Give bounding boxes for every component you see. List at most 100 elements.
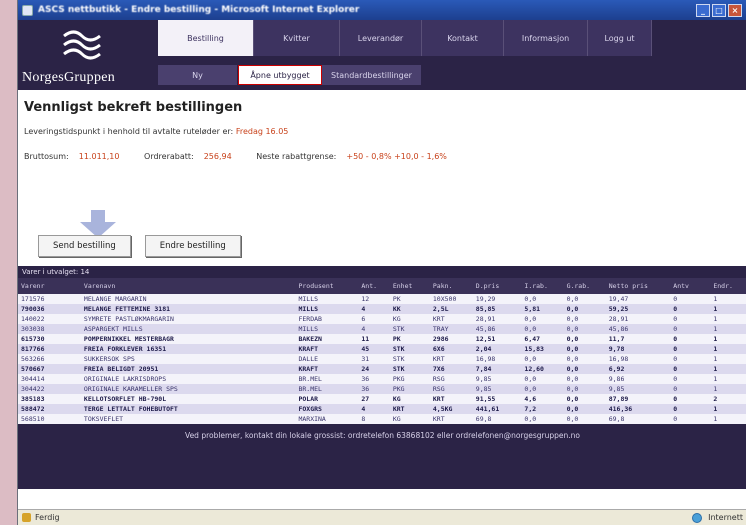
table-cell: 0,0 [563,334,606,344]
column-header[interactable]: Endr. [710,278,746,294]
subnav-apne[interactable]: Åpne utbygget [238,65,322,85]
table-cell: MILLS [295,324,359,334]
nav-tab-leverandor[interactable]: Leverandør [340,20,422,56]
table-cell: 0,0 [563,414,606,424]
table-cell: 4,6 [521,394,564,404]
column-header[interactable]: Ant. [358,278,390,294]
table-cell: 0,0 [521,314,564,324]
table-row[interactable]: 171576 MELANGE MARGARIN MILLS 12 PK 10X500 19,… [18,294,746,304]
table-cell: KRAFT [295,344,359,354]
column-header[interactable]: I.rab. [521,278,564,294]
table-row[interactable]: 140022 SYMRETE PASTLØKMARGARIN FERDAB 6 KG KR… [18,314,746,324]
table-cell: TERGE LETTALT FOHEBUTOFT [80,404,296,414]
table-row[interactable]: 790036 MELANGE FETTEMINE 3181 MILLS 4 KK 2,5L… [18,304,746,314]
table-row[interactable]: 570667 FREIA BELIGDT 20951 KRAFT 24 STK 7X6 7,… [18,364,746,374]
nav-tab-informasjon[interactable]: Informasjon [504,20,588,56]
table-cell: 4 [358,324,390,334]
column-header[interactable]: Produsent [295,278,359,294]
next-discount-label: Neste rabattgrense: [256,152,337,161]
table-cell: 45,86 [605,324,671,334]
table-cell: 0,0 [563,314,606,324]
table-cell: 1 [710,344,746,354]
browser-window: ASCS nettbutikk - Endre bestilling - Mic… [17,0,746,525]
table-cell: 91,55 [472,394,522,404]
table-cell: 0 [670,354,711,364]
zone-text: Internett [708,513,743,522]
nav-tab-kvitter[interactable]: Kvitter [254,20,340,56]
internet-zone-icon [692,512,703,523]
column-header[interactable]: Varenr [18,278,81,294]
page-icon [22,513,31,522]
table-cell: MILLS [295,294,359,304]
table-cell: 0 [670,304,711,314]
column-header[interactable]: Antv [670,278,711,294]
logo[interactable]: NorgesGruppen [18,20,158,90]
table-cell: 6X6 [429,344,473,354]
table-cell: 588472 [18,404,81,414]
table-cell: 1 [710,334,746,344]
maximize-button[interactable]: □ [712,3,726,17]
table-row[interactable]: 304422 ORIGINALE KARAMELLER SPS BR.MEL 36 PK… [18,384,746,394]
table-cell: 12,51 [472,334,522,344]
table-cell: 12 [358,294,390,304]
column-header[interactable]: Enhet [389,278,430,294]
delivery-text: Leveringstidspunkt i henhold til avtalte… [24,127,234,136]
table-row[interactable]: 304414 ORIGINALE LAKRISDROPS BR.MEL 36 PKG RS… [18,374,746,384]
table-cell: 1 [710,374,746,384]
table-cell: 171576 [18,294,81,304]
column-header[interactable]: D.pris [472,278,522,294]
table-cell: POLAR [295,394,359,404]
table-cell: 11 [358,334,390,344]
table-cell: 0,0 [563,354,606,364]
column-header[interactable]: Pakn. [429,278,473,294]
nav-tab-kontakt[interactable]: Kontakt [422,20,504,56]
column-header[interactable]: Varenavn [80,278,296,294]
table-cell: 8 [358,414,390,424]
table-cell: 563266 [18,354,81,364]
nav-tab-bestilling[interactable]: Bestilling [158,20,254,56]
column-header[interactable]: Netto pris [605,278,671,294]
subnav-standard[interactable]: Standardbestillinger [322,65,422,85]
table-cell: 6 [358,314,390,324]
table-cell: 0,0 [563,324,606,334]
status-bar: Ferdig Internett [18,509,746,525]
table-cell: KRT [389,404,430,414]
main-nav: Bestilling Kvitter Leverandør Kontakt In… [158,20,746,90]
discount-value: 256,94 [203,152,232,161]
table-cell: 1 [710,384,746,394]
table-cell: 36 [358,374,390,384]
table-cell: 790036 [18,304,81,314]
nav-tab-logg-ut[interactable]: Logg ut [588,20,652,56]
column-header[interactable]: G.rab. [563,278,606,294]
table-cell: 4,5KG [429,404,473,414]
table-row[interactable]: 563266 SUKKERSOK SPS DALLE 31 STK KRT 16,98 0,0… [18,354,746,364]
minimize-button[interactable]: _ [696,3,710,17]
table-cell: KG [389,314,430,324]
edit-order-button[interactable]: Endre bestilling [144,235,241,257]
table-cell: 385183 [18,394,81,404]
table-cell: BR.MEL [295,384,359,394]
table-row[interactable]: 303038 ASPARGEKT MILLS MILLS 4 STK TRAY 45,86 0… [18,324,746,334]
table-cell: ORIGINALE LAKRISDROPS [80,374,296,384]
table-cell: 9,85 [472,374,522,384]
table-row[interactable]: 817766 FREIA FORKLEVER 16351 KRAFT 45 STK 6X6… [18,344,746,354]
table-cell: 304414 [18,374,81,384]
table-row[interactable]: 615730 POMPERNIKKEL MESTERBAGR BAKEZN 11 PK 2… [18,334,746,344]
table-cell: KRAFT [295,364,359,374]
table-cell: 0 [670,384,711,394]
send-order-button[interactable]: Send bestilling [38,235,131,257]
table-row[interactable]: 568510 TOKSVEFLET MARXINA 8 KG KRT 69,8 0,0 0,0 6… [18,414,746,424]
table-cell: 24 [358,364,390,374]
table-cell: 0 [670,374,711,384]
table-row[interactable]: 588472 TERGE LETTALT FOHEBUTOFT FOXGRS 4 KRT… [18,404,746,414]
table-cell: 0,0 [563,394,606,404]
table-cell: 416,36 [605,404,671,414]
table-cell: FREIA FORKLEVER 16351 [80,344,296,354]
window-title: ASCS nettbutikk - Endre bestilling - Mic… [38,5,360,15]
table-cell: 0 [670,404,711,414]
table-cell: 5,81 [521,304,564,314]
close-button[interactable]: × [728,3,742,17]
table-cell: 59,25 [605,304,671,314]
table-row[interactable]: 385183 KELLOTSORFLET HB-790L POLAR 27 KG KRT 9… [18,394,746,404]
subnav-ny[interactable]: Ny [158,65,238,85]
